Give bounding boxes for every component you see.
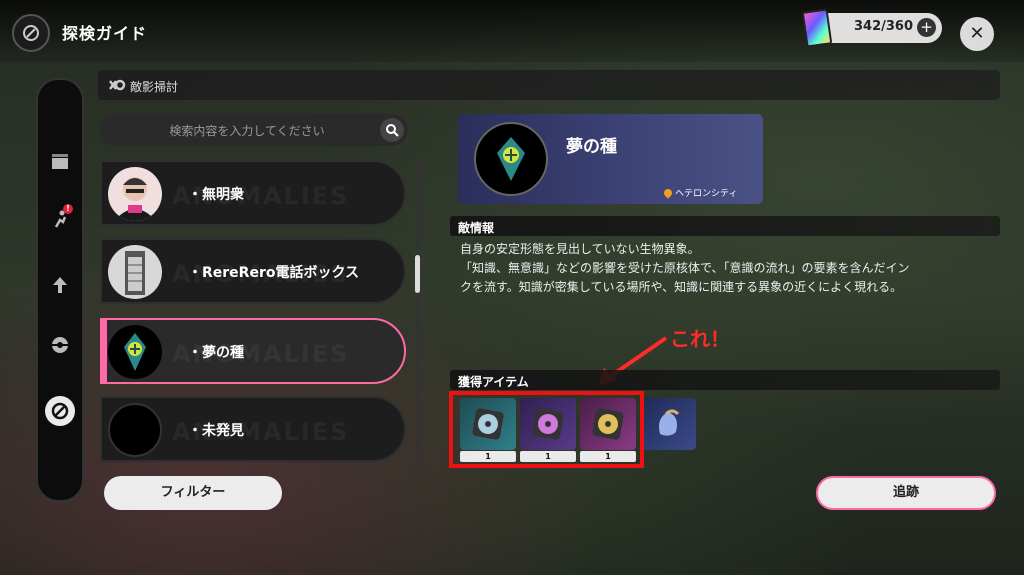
side-nav: ! (36, 78, 84, 502)
notification-badge: ! (63, 204, 73, 214)
infinity-icon (109, 79, 126, 91)
list-item-selected[interactable]: ANOMALIES ・夢の種 (100, 318, 406, 384)
currency-counter: 342/360 + (801, 8, 942, 48)
list-item-label: ・夢の種 (188, 345, 244, 361)
info-header-label: 敵情報 (458, 221, 495, 235)
annotation-label: これ！ (670, 327, 730, 351)
search-icon (386, 124, 399, 137)
search-bar (100, 114, 408, 148)
location-label: ヘテロンシティ (675, 189, 738, 199)
enemy-location: ヘテロンシティ (662, 186, 738, 199)
list-item-label: ・無明衆 (188, 187, 244, 203)
enemy-description: 自身の安定形態を見出していない生物異象。 「知識、無意識」などの影響を受けた原核… (460, 240, 1000, 297)
ball-icon[interactable] (45, 330, 75, 360)
drops-header-label: 獲得アイテム (458, 375, 529, 389)
page-title: 探検ガイド (62, 24, 148, 43)
description-line: 「知識、無意識」などの影響を受けた原核体で、「意識の流れ」の要素を含んだイン (460, 261, 910, 275)
drops-header: 獲得アイテム (450, 370, 1000, 390)
add-currency-button[interactable]: + (917, 18, 936, 37)
section-title: 敵影掃討 (130, 80, 179, 94)
running-icon[interactable]: ! (45, 204, 75, 234)
list-item[interactable]: ANOMALIES ・RereRero電話ボックス (100, 238, 406, 304)
scroll-thumb[interactable] (415, 255, 420, 293)
location-pin-icon (662, 186, 674, 199)
dream-seed-portrait (108, 325, 162, 379)
unknown-portrait (108, 403, 162, 457)
enemy-portrait (108, 167, 162, 221)
list-item[interactable]: ANOMALIES ・未発見 (100, 396, 406, 462)
top-bar: 探検ガイド 342/360 + ✕ (0, 0, 1024, 62)
search-button[interactable] (380, 118, 404, 142)
arrow-up-icon[interactable] (45, 270, 75, 300)
info-header: 敵情報 (450, 216, 1000, 236)
guide-nav-icon[interactable] (45, 396, 75, 426)
phonebox-portrait (108, 245, 162, 299)
guide-icon (12, 14, 50, 52)
track-button[interactable]: 追跡 (816, 476, 996, 510)
card-icon (801, 8, 833, 48)
description-line: クを流す。知識が密集している場所や、知識に関連する異象の近くによく現れる。 (460, 280, 903, 294)
enemy-card: 夢の種 ヘテロンシティ (458, 114, 763, 204)
description-line: 自身の安定形態を見出していない生物異象。 (460, 242, 700, 256)
dream-seed-emblem (474, 122, 548, 196)
search-input[interactable] (120, 114, 374, 148)
section-header: 敵影掃討 (98, 70, 1000, 100)
drops-highlight-box (449, 391, 644, 468)
currency-count: 342/360 (854, 19, 914, 34)
list-scrollbar[interactable] (415, 160, 420, 470)
filter-button[interactable]: フィルター (104, 476, 282, 510)
close-button[interactable]: ✕ (960, 17, 994, 51)
enemy-name: 夢の種 (566, 137, 617, 157)
list-item-label: ・未発見 (188, 423, 244, 439)
list-item[interactable]: ANOMALIES ・無明衆 (100, 160, 406, 226)
material-icon (640, 398, 696, 450)
drop-item[interactable] (640, 398, 696, 464)
list-item-label: ・RereRero電話ボックス (188, 265, 360, 281)
clapper-icon[interactable] (45, 146, 75, 176)
